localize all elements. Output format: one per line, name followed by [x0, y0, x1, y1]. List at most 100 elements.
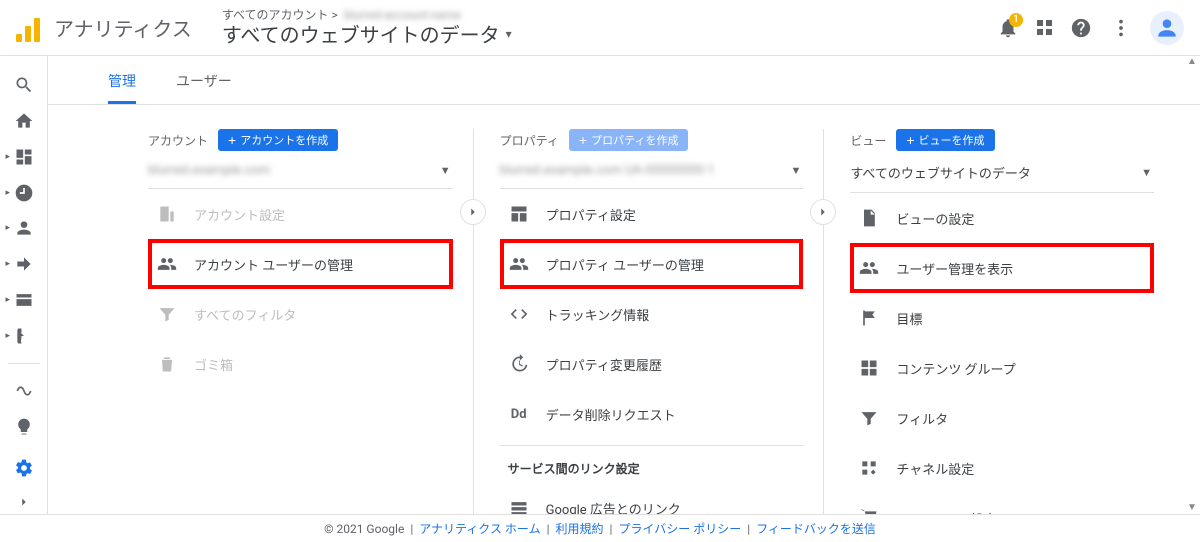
- create-view-label: ビューを作成: [919, 132, 985, 148]
- view-selector[interactable]: すべてのウェブサイトのデータ ▼: [850, 159, 1154, 193]
- trash-icon: [156, 353, 178, 375]
- adwords-link-item[interactable]: Google 広告とのリンク: [500, 483, 804, 514]
- code-icon: [508, 303, 530, 325]
- help-button[interactable]: [1070, 17, 1092, 39]
- scroll-up-icon[interactable]: ▲: [1186, 56, 1198, 68]
- building-icon: [156, 203, 178, 225]
- nav-discover[interactable]: [4, 412, 44, 442]
- link-section-label: サービス間のリンク設定: [500, 445, 804, 483]
- create-property-button[interactable]: +プロパティを作成: [569, 129, 689, 151]
- account-filters-item[interactable]: すべてのフィルタ: [148, 289, 453, 339]
- property-selector-text: blurred.example.com UA-00000000-1: [500, 163, 715, 178]
- data-delete-label: データ削除リクエスト: [546, 405, 676, 424]
- footer-copyright: © 2021 Google: [324, 522, 404, 536]
- property-history-item[interactable]: プロパティ変更履歴: [500, 339, 804, 389]
- app-switcher-button[interactable]: [1037, 20, 1052, 35]
- notification-badge: 1: [1009, 13, 1023, 27]
- channel-icon: [858, 457, 880, 479]
- data-delete-item[interactable]: Dd データ削除リクエスト: [500, 389, 804, 439]
- left-nav: ▸ ▸ ▸ ▸ ▸ ▸: [0, 56, 48, 514]
- property-col-title: プロパティ: [500, 132, 559, 149]
- move-view-button[interactable]: [810, 199, 836, 225]
- create-property-label: プロパティを作成: [591, 132, 678, 148]
- footer-privacy-link[interactable]: プライバシー ポリシー: [618, 520, 741, 537]
- footer-feedback-link[interactable]: フィードバックを送信: [756, 520, 876, 537]
- users-icon: [858, 257, 880, 279]
- adwords-link-label: Google 広告とのリンク: [546, 499, 681, 515]
- adwords-icon: [508, 497, 530, 514]
- dropdown-caret-icon: ▾: [506, 27, 512, 41]
- account-settings-item[interactable]: アカウント設定: [148, 189, 453, 239]
- content-group-item[interactable]: コンテンツ グループ: [850, 343, 1154, 393]
- scrollbar[interactable]: ▲ ▼: [1186, 56, 1198, 514]
- tabs: 管理 ユーザー: [48, 60, 1200, 105]
- page-title: すべてのウェブサイトのデータ: [222, 23, 500, 47]
- property-user-mgmt-item[interactable]: プロパティ ユーザーの管理: [500, 239, 804, 289]
- view-user-mgmt-item[interactable]: ユーザー管理を表示: [850, 243, 1154, 293]
- goals-item[interactable]: 目標: [850, 293, 1154, 343]
- goals-label: 目標: [896, 309, 922, 328]
- ecommerce-settings-item[interactable]: e コマースの設定: [850, 493, 1154, 514]
- view-selector-text: すべてのウェブサイトのデータ: [850, 163, 1031, 182]
- ga-logo-icon: [16, 14, 44, 42]
- tracking-info-item[interactable]: トラッキング情報: [500, 289, 804, 339]
- property-user-mgmt-label: プロパティ ユーザーの管理: [546, 255, 704, 274]
- nav-conversions[interactable]: ▸: [4, 321, 44, 351]
- view-filter-label: フィルタ: [896, 409, 948, 428]
- move-property-button[interactable]: [460, 199, 486, 225]
- breadcrumb: すべてのアカウント > blurred-account-name: [222, 8, 512, 22]
- scroll-down-icon[interactable]: ▼: [1186, 502, 1198, 514]
- view-col-title: ビュー: [850, 132, 886, 149]
- view-filter-item[interactable]: フィルタ: [850, 393, 1154, 443]
- account-selector[interactable]: blurred.example.com ▼: [148, 159, 453, 189]
- view-user-mgmt-label: ユーザー管理を表示: [896, 259, 1013, 278]
- tab-user[interactable]: ユーザー: [176, 60, 232, 104]
- account-trash-label: ゴミ箱: [194, 355, 233, 374]
- document-icon: [858, 207, 880, 229]
- users-icon: [156, 253, 178, 275]
- create-account-button[interactable]: +アカウントを作成: [218, 129, 338, 151]
- user-avatar[interactable]: [1150, 11, 1184, 45]
- account-col-title: アカウント: [148, 132, 208, 149]
- account-column: アカウント +アカウントを作成 blurred.example.com ▼ アカ…: [148, 129, 473, 514]
- cart-icon: [858, 507, 880, 514]
- dropdown-caret-icon: ▼: [1141, 166, 1152, 179]
- app-name: アナリティクス: [54, 13, 192, 42]
- property-column: プロパティ +プロパティを作成 blurred.example.com UA-0…: [473, 129, 824, 514]
- nav-audience[interactable]: ▸: [4, 213, 44, 243]
- dropdown-caret-icon: ▼: [790, 164, 801, 177]
- nav-customization[interactable]: ▸: [4, 142, 44, 172]
- nav-home[interactable]: [4, 106, 44, 136]
- nav-search[interactable]: [4, 70, 44, 100]
- view-settings-item[interactable]: ビューの設定: [850, 193, 1154, 243]
- footer-terms-link[interactable]: 利用規約: [556, 520, 604, 537]
- nav-admin[interactable]: [4, 453, 44, 483]
- dd-icon: Dd: [508, 403, 530, 425]
- channel-settings-item[interactable]: チャネル設定: [850, 443, 1154, 493]
- dropdown-caret-icon: ▼: [440, 164, 451, 177]
- footer-home-link[interactable]: アナリティクス ホーム: [419, 520, 540, 537]
- nav-attribution[interactable]: [4, 376, 44, 406]
- nav-realtime[interactable]: ▸: [4, 178, 44, 208]
- tab-admin[interactable]: 管理: [108, 60, 136, 104]
- nav-behavior[interactable]: ▸: [4, 285, 44, 315]
- nav-acquisition[interactable]: ▸: [4, 249, 44, 279]
- create-view-button[interactable]: +ビューを作成: [896, 129, 994, 151]
- channel-settings-label: チャネル設定: [896, 459, 974, 478]
- account-user-mgmt-item[interactable]: アカウント ユーザーの管理: [148, 239, 453, 289]
- property-settings-item[interactable]: プロパティ設定: [500, 189, 804, 239]
- property-selector[interactable]: blurred.example.com UA-00000000-1 ▼: [500, 159, 804, 189]
- more-menu-button[interactable]: [1110, 17, 1132, 39]
- account-trash-item[interactable]: ゴミ箱: [148, 339, 453, 389]
- flag-icon: [858, 307, 880, 329]
- account-settings-label: アカウント設定: [194, 205, 285, 224]
- context-switcher[interactable]: すべてのアカウント > blurred-account-name すべてのウェブ…: [222, 8, 512, 46]
- property-settings-label: プロパティ設定: [546, 205, 636, 224]
- nav-collapse[interactable]: [4, 489, 44, 514]
- group-icon: [858, 357, 880, 379]
- notifications-button[interactable]: 1: [997, 17, 1019, 39]
- create-account-label: アカウントを作成: [240, 132, 328, 148]
- top-header: アナリティクス すべてのアカウント > blurred-account-name…: [0, 0, 1200, 56]
- footer: © 2021 Google | アナリティクス ホーム | 利用規約 | プライ…: [0, 514, 1200, 542]
- layout-icon: [508, 203, 530, 225]
